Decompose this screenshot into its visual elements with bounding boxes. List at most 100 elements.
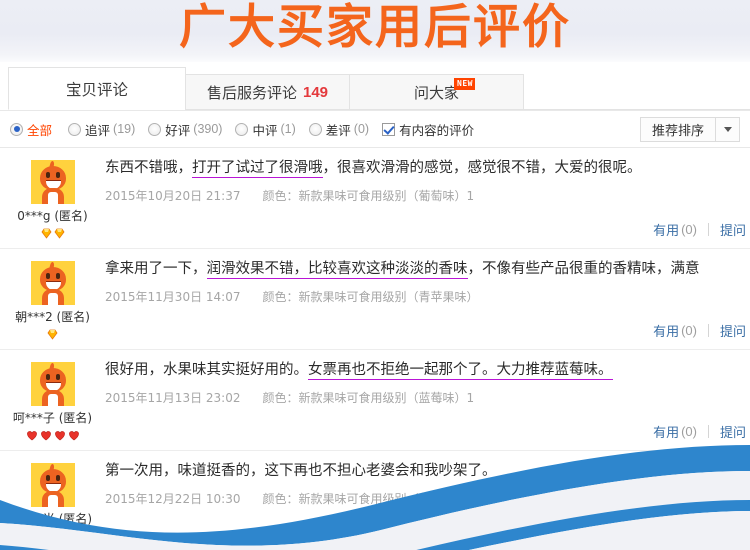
review-meta: 2015年10月20日 21:37 颜色：新款果味可食用级别（葡萄味）1 xyxy=(105,187,740,204)
review-meta: 2015年11月13日 23:02 颜色：新款果味可食用级别（蓝莓味）1 xyxy=(105,389,740,406)
review-spec: 颜色：新款果味可食用级别（草莓味）1 xyxy=(262,492,475,506)
review-body: 拿来用了一下，润滑效果不错，比较喜欢这种淡淡的香味，不像有些产品很重的香精味，满… xyxy=(105,259,750,341)
filter-options-group: 全部 追评 (19) 好评 (390) 中评 (1) 差评 (0) 有内容的评价 xyxy=(10,120,640,139)
page-title: 广大买家用后评价 xyxy=(179,2,571,54)
review-text: 第一次用，味道挺香的，这下再也不担心老婆会和我吵架了。 xyxy=(105,461,740,481)
filter-bar: 全部 追评 (19) 好评 (390) 中评 (1) 差评 (0) 有内容的评价 xyxy=(0,110,750,148)
useful-button[interactable]: 有用 xyxy=(653,220,679,239)
filter-label: 中评 xyxy=(252,123,278,138)
review-spec: 颜色：新款果味可食用级别（青苹果味） xyxy=(262,290,479,304)
heart-icon xyxy=(40,430,52,441)
review-body: 很好用，水果味其实挺好用的。女票再也不拒绝一起那个了。大力推荐蓝莓味。 2015… xyxy=(105,360,750,442)
tab-label: 宝贝评论 xyxy=(65,81,128,99)
review-body: 东西不错哦，打开了试过了很滑哦，很喜欢滑滑的感觉，感觉很不错，大爱的很呢。 20… xyxy=(105,158,750,240)
review-text: 很好用，水果味其实挺好用的。女票再也不拒绝一起那个了。大力推荐蓝莓味。 xyxy=(105,360,740,380)
tab-ask-everyone[interactable]: 问大家 NEW xyxy=(349,74,524,110)
tab-label: 问大家 xyxy=(413,84,459,102)
review-text-highlight: 女票再也不拒绝一起那个了。大力推荐蓝莓味。 xyxy=(308,362,613,380)
filter-label: 好评 xyxy=(165,123,191,138)
review-date: 2015年12月22日 10:30 xyxy=(105,492,241,506)
ask-button[interactable]: 提问 xyxy=(720,220,746,239)
checkbox-icon[interactable] xyxy=(382,122,396,136)
rank-icons xyxy=(41,228,65,240)
filter-option-positive[interactable]: 好评 (390) xyxy=(148,120,222,139)
filter-checkbox-with-content[interactable]: 有内容的评价 xyxy=(382,120,474,139)
useful-count: (0) xyxy=(681,424,697,439)
review-meta: 2015年12月22日 10:30 颜色：新款果味可食用级别（草莓味）1 xyxy=(105,490,740,507)
tab-label: 售后服务评论 xyxy=(206,84,297,102)
tab-count-badge: 149 xyxy=(302,83,329,101)
review-text-before: 很好用，水果味其实挺好用的。 xyxy=(105,362,308,378)
ask-button[interactable]: 提问 xyxy=(720,422,746,441)
page-banner: 广大买家用后评价 xyxy=(0,0,750,62)
review-actions: 有用 (0) 提问 xyxy=(653,422,746,441)
author-name: 师***当 (匿名) xyxy=(12,512,93,526)
filter-option-neutral[interactable]: 中评 (1) xyxy=(235,120,296,139)
review-text-highlight: 打开了试过了很滑哦 xyxy=(192,160,323,178)
radio-icon[interactable] xyxy=(68,122,82,136)
avatar xyxy=(30,160,75,204)
new-badge-icon: NEW xyxy=(454,78,475,90)
diamond-icon xyxy=(41,228,52,239)
review-actions: 有用 (0) 提问 xyxy=(653,321,746,340)
review-date: 2015年11月13日 23:02 xyxy=(105,391,241,405)
review-item: 呵***子 (匿名) 很好用，水果味其实挺好用的。女票再也不拒绝一起那个了。大力… xyxy=(0,350,750,451)
review-text-before: 第一次用，味道挺香的，这下再也不担心老婆会和我吵架了。 xyxy=(105,463,497,479)
avatar xyxy=(30,261,75,305)
review-item: 师***当 (匿名) 第一次用，味道挺香的，这下再也不担心老婆会和我吵架了。 2… xyxy=(0,451,750,535)
review-author-block: 朝***2 (匿名) xyxy=(0,259,105,341)
heart-icon xyxy=(54,430,66,441)
review-actions: 有用 (0) 提问 xyxy=(653,220,746,239)
review-author-block: 师***当 (匿名) xyxy=(0,461,105,527)
review-date: 2015年10月20日 21:37 xyxy=(105,189,241,203)
useful-button[interactable]: 有用 xyxy=(653,422,679,441)
divider xyxy=(707,223,709,236)
heart-icon xyxy=(26,430,38,441)
sort-dropdown-toggle[interactable] xyxy=(716,116,740,142)
filter-option-followup[interactable]: 追评 (19) xyxy=(68,120,135,139)
filter-option-all[interactable]: 全部 xyxy=(10,120,55,139)
review-text-after: ，不像有些产品很重的香精味，满意 xyxy=(467,261,700,277)
filter-label: 追评 xyxy=(85,123,111,138)
filter-label: 差评 xyxy=(325,123,351,138)
filter-count: (19) xyxy=(113,122,136,136)
filter-label: 有内容的评价 xyxy=(399,123,475,138)
filter-option-negative[interactable]: 差评 (0) xyxy=(308,120,369,139)
radio-icon[interactable] xyxy=(10,122,23,136)
chevron-down-icon xyxy=(723,126,732,132)
diamond-icon xyxy=(54,228,65,239)
filter-count: (1) xyxy=(280,122,296,136)
tab-product-reviews[interactable]: 宝贝评论 xyxy=(8,67,186,110)
radio-icon[interactable] xyxy=(148,122,162,136)
ask-button[interactable]: 提问 xyxy=(720,321,746,340)
review-item: 0***g (匿名) 东西不错哦，打开了试过了很滑哦，很喜欢滑滑的感觉，感觉很不… xyxy=(0,148,750,249)
sort-control[interactable]: 推荐排序 xyxy=(639,116,740,142)
review-meta: 2015年11月30日 14:07 颜色：新款果味可食用级别（青苹果味） xyxy=(105,288,740,305)
review-body: 第一次用，味道挺香的，这下再也不担心老婆会和我吵架了。 2015年12月22日 … xyxy=(105,461,750,527)
author-name: 0***g (匿名) xyxy=(17,209,88,223)
review-list: 0***g (匿名) 东西不错哦，打开了试过了很滑哦，很喜欢滑滑的感觉，感觉很不… xyxy=(0,148,750,535)
rank-icons xyxy=(47,329,58,341)
sort-button[interactable]: 推荐排序 xyxy=(639,116,716,142)
tab-after-sales-reviews[interactable]: 售后服务评论 149 xyxy=(185,74,350,110)
radio-icon[interactable] xyxy=(235,122,249,136)
review-text: 东西不错哦，打开了试过了很滑哦，很喜欢滑滑的感觉，感觉很不错，大爱的很呢。 xyxy=(105,158,740,178)
review-text-after: ，很喜欢滑滑的感觉，感觉很不错，大爱的很呢。 xyxy=(322,160,642,176)
review-text-highlight: 润滑效果不错，比较喜欢这种淡淡的香味 xyxy=(206,261,468,279)
useful-count: (0) xyxy=(681,323,697,338)
review-date: 2015年11月30日 14:07 xyxy=(105,290,241,304)
author-name: 朝***2 (匿名) xyxy=(15,310,90,324)
tabstrip: 宝贝评论 售后服务评论 149 问大家 NEW xyxy=(8,67,750,110)
filter-count: (390) xyxy=(193,122,223,136)
useful-button[interactable]: 有用 xyxy=(653,321,679,340)
divider xyxy=(707,425,709,438)
divider xyxy=(707,324,709,337)
review-text-before: 拿来用了一下， xyxy=(105,261,207,277)
author-name: 呵***子 (匿名) xyxy=(12,411,93,425)
tabs-container: 宝贝评论 售后服务评论 149 问大家 NEW xyxy=(0,62,750,110)
radio-icon[interactable] xyxy=(308,122,322,136)
review-spec: 颜色：新款果味可食用级别（蓝莓味）1 xyxy=(262,391,475,405)
filter-label: 全部 xyxy=(27,123,53,138)
review-item: 朝***2 (匿名) 拿来用了一下，润滑效果不错，比较喜欢这种淡淡的香味，不像有… xyxy=(0,249,750,350)
diamond-icon xyxy=(47,329,58,340)
